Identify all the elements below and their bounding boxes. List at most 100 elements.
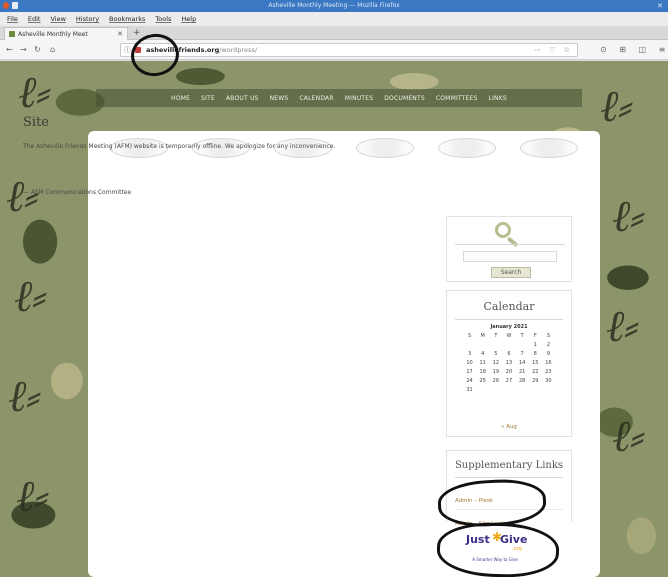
page-title: Site <box>23 115 49 130</box>
nav-links[interactable]: LINKS <box>489 95 507 102</box>
calendar-day: 27 <box>505 378 513 384</box>
tab-label: Asheville Monthly Meet <box>18 30 88 38</box>
lace-ornament <box>356 138 414 158</box>
calendar-day: 11 <box>479 360 486 366</box>
calendar-day: 28 <box>518 378 526 384</box>
tab-asheville[interactable]: Asheville Monthly Meet ✕ <box>4 27 128 40</box>
calendar-day <box>489 342 502 349</box>
navigation-toolbar: ← → ↻ ⌂ ⓘ ashevillefriends.org/wordpress… <box>0 40 668 60</box>
calendar-day: 10 <box>466 360 473 366</box>
site-favicon-icon <box>9 31 15 37</box>
nav-home[interactable]: HOME <box>171 95 190 102</box>
notice-dot: . <box>23 173 25 180</box>
menu-tools[interactable]: Tools <box>150 15 176 23</box>
calendar-day: 24 <box>466 378 473 384</box>
nav-about-us[interactable]: ABOUT US <box>226 95 259 102</box>
calendar-day: 31 <box>466 387 473 393</box>
home-icon[interactable]: ⌂ <box>50 43 55 56</box>
decorative-sprig-icon: ℓ⸗ <box>606 301 639 352</box>
calendar-day: 15 <box>532 360 539 366</box>
calendar-day: 8 <box>533 351 537 357</box>
calendar-day: 26 <box>492 378 500 384</box>
menu-file[interactable]: File <box>2 15 23 23</box>
calendar-weekday-header: T <box>494 333 498 339</box>
tab-bar: Asheville Monthly Meet ✕ + <box>0 26 668 40</box>
calendar-weekday-header: T <box>520 333 524 339</box>
nav-documents[interactable]: DOCUMENTS <box>384 95 425 102</box>
calendar-day: 13 <box>505 360 513 366</box>
menu-view[interactable]: View <box>45 15 70 23</box>
supp-links-title: Supplementary Links <box>454 460 564 471</box>
site-nav: HOME SITE ABOUT US NEWS CALENDAR MINUTES… <box>96 89 582 107</box>
search-icon <box>495 222 511 238</box>
new-tab-icon[interactable]: + <box>133 27 141 39</box>
calendar-day: 30 <box>545 378 552 384</box>
lace-ornament <box>438 138 496 158</box>
calendar-weekday-header: S <box>546 333 551 339</box>
calendar-day <box>489 387 502 394</box>
calendar-day: 5 <box>494 351 498 357</box>
calendar-day: 19 <box>492 369 500 375</box>
menu-history[interactable]: History <box>71 15 104 23</box>
decorative-sprig-icon: ℓ⸗ <box>16 471 49 522</box>
widget-divider <box>455 244 565 245</box>
calendar-day: 20 <box>505 369 513 375</box>
calendar-day: 2 <box>546 342 551 348</box>
window-title: Asheville Monthly Meeting — Mozilla Fire… <box>268 2 400 9</box>
nav-site[interactable]: SITE <box>201 95 215 102</box>
menu-help[interactable]: Help <box>176 15 201 23</box>
widget-divider <box>455 319 563 320</box>
calendar-weekday-header: M <box>480 333 485 339</box>
calendar-day: 1 <box>533 342 537 348</box>
calendar-weekday-header: S <box>467 333 472 339</box>
calendar-day: 22 <box>532 369 539 375</box>
calendar-day <box>502 387 515 394</box>
offline-notice: The Asheville Friends Meeting (AFM) webs… <box>23 143 336 150</box>
calendar-weekday-header: W <box>506 333 512 339</box>
lace-ornament <box>520 138 578 158</box>
calendar-day <box>542 387 555 394</box>
calendar-day <box>516 342 529 349</box>
window-close-icon[interactable]: ✕ <box>657 1 663 11</box>
search-button[interactable]: Search <box>491 267 531 278</box>
search-input[interactable] <box>463 251 557 262</box>
calendar-day: 12 <box>492 360 500 366</box>
tab-close-icon[interactable]: ✕ <box>117 30 123 38</box>
nav-minutes[interactable]: MINUTES <box>345 95 374 102</box>
calendar-day: 9 <box>546 351 551 357</box>
back-icon[interactable]: ← <box>6 43 13 56</box>
nav-committees[interactable]: COMMITTEES <box>436 95 478 102</box>
calendar-day <box>502 342 515 349</box>
menu-bar: File Edit View History Bookmarks Tools H… <box>0 12 668 26</box>
calendar-day <box>516 387 529 394</box>
nav-calendar[interactable]: CALENDAR <box>299 95 333 102</box>
calendar-day <box>476 387 489 394</box>
calendar-day: 3 <box>467 351 472 357</box>
search-widget: Search <box>446 216 572 282</box>
calendar-day: 18 <box>479 369 486 375</box>
toolbar-extension-icons[interactable]: ⊙ ⊞ ◫ ≡ <box>600 43 668 56</box>
page-actions-icon[interactable]: ⋯ ♡ ☆ <box>534 45 573 56</box>
calendar-month: January 2021 <box>490 324 528 330</box>
decorative-sprig-icon: ℓ⸗ <box>600 81 633 132</box>
calendar-day <box>463 342 476 349</box>
menu-bookmarks[interactable]: Bookmarks <box>104 15 150 23</box>
calendar-day: 14 <box>518 360 526 366</box>
menu-edit[interactable]: Edit <box>23 15 46 23</box>
calendar-day: 16 <box>545 360 552 366</box>
calendar-widget: Calendar January 2021 S M T W T F S 1 2 3 4 5 6 7 8 9 10… <box>446 290 572 437</box>
decorative-sprig-icon: ℓ⸗ <box>612 191 645 242</box>
nav-news[interactable]: NEWS <box>270 95 289 102</box>
calendar-day: 23 <box>545 369 552 375</box>
decorative-sprig-icon: ℓ⸗ <box>14 271 47 322</box>
decorative-sprig-icon: ℓ⸗ <box>612 411 645 462</box>
forward-icon[interactable]: → <box>20 43 27 56</box>
calendar-day: 29 <box>532 378 539 384</box>
calendar-day <box>476 342 489 349</box>
address-bar[interactable]: ⓘ ashevillefriends.org/wordpress/ ⋯ ♡ ☆ <box>120 43 578 57</box>
calendar-prev-link[interactable]: « Aug <box>447 424 571 430</box>
reload-icon[interactable]: ↻ <box>34 43 41 56</box>
calendar-title: Calendar <box>483 300 535 313</box>
search-icon-handle <box>506 236 519 248</box>
calendar-day <box>529 387 542 394</box>
